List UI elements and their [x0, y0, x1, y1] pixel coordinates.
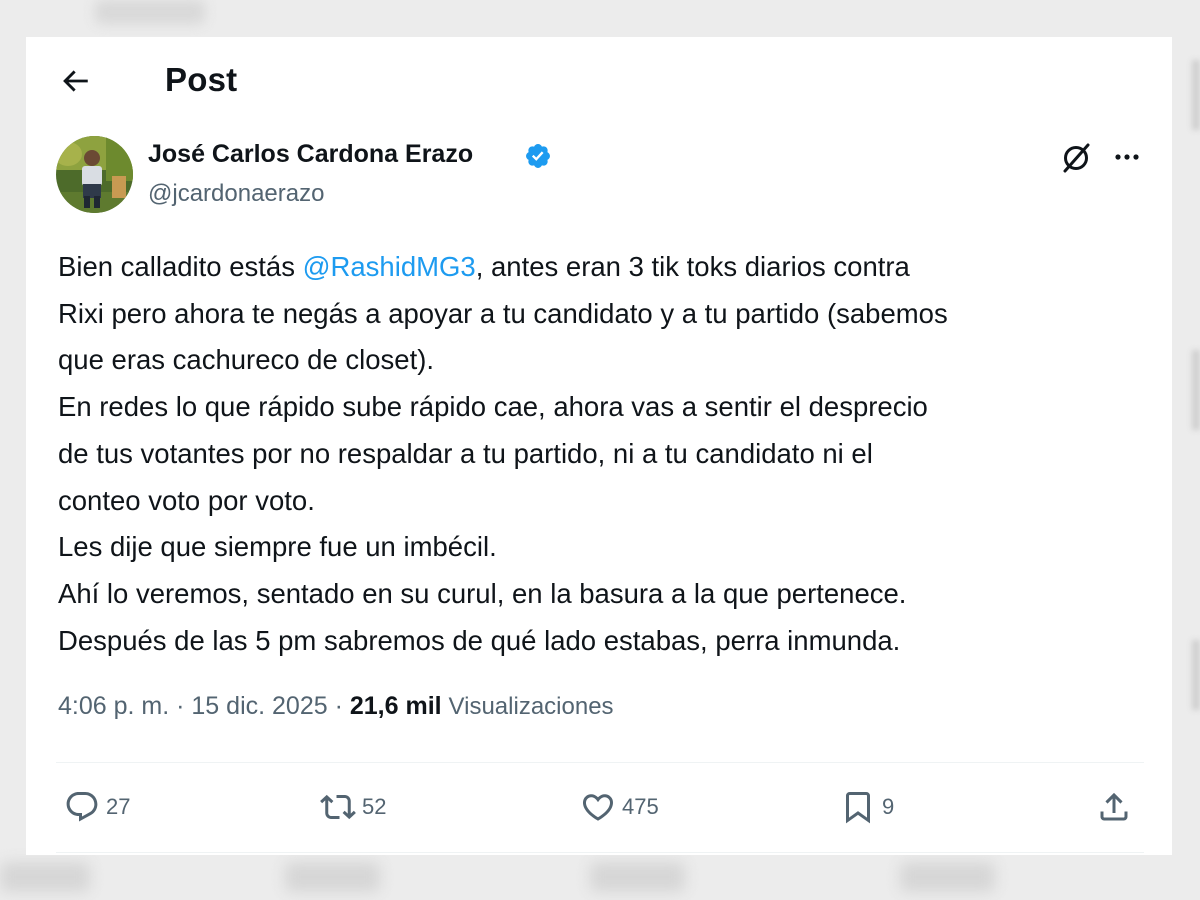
blurred-background-fragment — [1192, 640, 1200, 710]
post-text-line: Les dije que siempre fue un imbécil. — [58, 531, 497, 563]
back-arrow-icon[interactable] — [58, 64, 92, 98]
meta-separator: · — [176, 692, 185, 720]
post-header: Post — [26, 37, 1172, 121]
mention-link[interactable]: @RashidMG3 — [303, 251, 476, 282]
meta-separator: · — [334, 692, 343, 720]
author-handle[interactable]: @jcardonaerazo — [148, 180, 324, 208]
divider — [56, 762, 1144, 763]
reply-count: 27 — [106, 794, 131, 819]
views-count: 21,6 mil — [349, 692, 442, 720]
post-text-fragment: , antes eran 3 tik toks diarios contra — [475, 251, 910, 282]
blurred-background-fragment — [0, 862, 90, 892]
reply-icon — [66, 792, 98, 822]
post-text-line: de tus votantes por no respaldar a tu pa… — [58, 437, 873, 469]
like-button[interactable]: 475 — [580, 787, 659, 827]
post-text-line: En redes lo que rápido sube rápido cae, … — [58, 391, 928, 423]
blurred-background-fragment — [590, 862, 685, 892]
post-time[interactable]: 4:06 p. m. — [58, 692, 169, 720]
blurred-background-fragment — [1192, 350, 1200, 430]
post-text-line: Bien calladito estás @RashidMG3, antes e… — [58, 244, 1148, 291]
grok-icon[interactable] — [1058, 140, 1094, 176]
post-text-line: conteo voto por voto. — [58, 484, 315, 516]
repost-count: 52 — [362, 794, 387, 819]
post-text: Bien calladito estás @RashidMG3, antes e… — [58, 244, 1148, 664]
avatar[interactable] — [56, 136, 133, 213]
repost-button[interactable]: 52 — [320, 787, 386, 827]
blurred-background-fragment — [95, 0, 205, 24]
blurred-background-fragment — [1192, 60, 1200, 130]
more-options-icon[interactable] — [1110, 140, 1144, 174]
divider — [56, 852, 1144, 853]
views-label: Visualizaciones — [448, 693, 614, 720]
like-count: 475 — [622, 794, 659, 819]
heart-icon — [582, 794, 614, 821]
author-name[interactable]: José Carlos Cardona Erazo — [148, 140, 473, 169]
repost-icon — [320, 794, 356, 820]
post-text-line: Rixi pero ahora te negás a apoyar a tu c… — [58, 297, 948, 329]
post-card: Post José Carlos Cardona Erazo @jcardona… — [26, 37, 1172, 855]
verified-badge-icon — [526, 144, 550, 168]
bookmark-button[interactable]: 9 — [840, 787, 894, 827]
post-actions-bar: 27 52 475 9 — [26, 775, 1172, 839]
bookmark-icon — [846, 792, 870, 824]
bookmark-count: 9 — [882, 794, 895, 819]
post-date[interactable]: 15 dic. 2025 — [191, 692, 327, 720]
post-text-line: que eras cachureco de closet). — [58, 344, 435, 376]
blurred-background-fragment — [900, 862, 995, 892]
post-text-fragment: Bien calladito estás — [58, 251, 303, 282]
reply-button[interactable]: 27 — [64, 787, 130, 827]
blurred-background-fragment — [285, 862, 380, 892]
post-metadata: 4:06 p. m. · 15 dic. 2025 · 21,6 mil Vis… — [58, 692, 614, 721]
post-text-line: Después de las 5 pm sabremos de qué lado… — [58, 624, 901, 656]
page-title: Post — [165, 61, 238, 98]
share-icon — [1100, 792, 1128, 821]
post-text-line: Ahí lo veremos, sentado en su curul, en … — [58, 577, 907, 609]
share-button[interactable] — [1096, 787, 1132, 827]
